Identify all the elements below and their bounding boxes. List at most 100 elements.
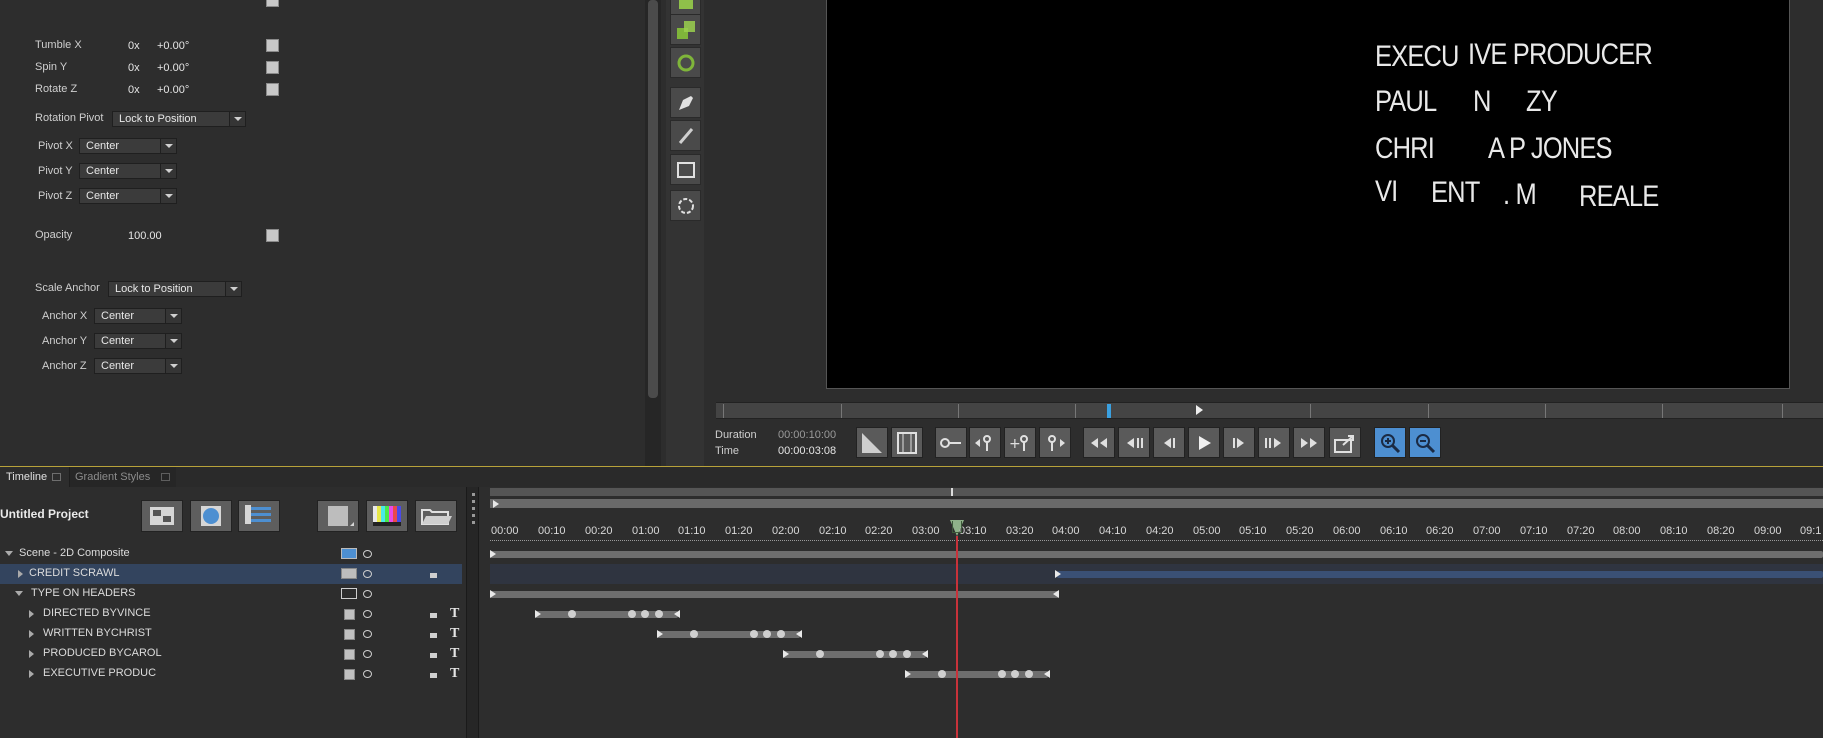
play-button[interactable] (1188, 427, 1220, 458)
expand-icon[interactable] (29, 670, 34, 678)
type-on-headers-clip-bar[interactable] (490, 591, 1059, 598)
timeline-tracks[interactable] (490, 544, 1823, 738)
folder-icon[interactable] (341, 588, 357, 599)
open-folder-button[interactable] (415, 500, 457, 532)
collapse-icon[interactable] (5, 551, 13, 556)
brush-tool-button[interactable] (670, 120, 701, 151)
tumble-x-degrees[interactable]: +0.00° (157, 40, 189, 52)
expand-icon[interactable] (29, 650, 34, 658)
clip-out-handle[interactable] (1053, 590, 1059, 598)
rotate-z-keyframe-checkbox[interactable] (266, 83, 279, 96)
rotate-z-degrees[interactable]: +0.00° (157, 84, 189, 96)
add-track-button[interactable] (238, 500, 280, 532)
safe-area-button[interactable] (856, 427, 888, 458)
layer-row-credit-scrawl[interactable]: CREDIT SCRAWL (0, 564, 462, 584)
add-keyframe-button[interactable]: + (1004, 427, 1036, 458)
time-value[interactable]: 00:00:03:08 (778, 445, 836, 457)
keyframe-marker[interactable] (876, 650, 884, 658)
export-button[interactable] (1329, 427, 1361, 458)
top-keyframe-checkbox[interactable] (266, 0, 279, 7)
tab-gradient-styles[interactable]: Gradient Styles (70, 467, 176, 487)
layer-color-swatch[interactable] (344, 669, 355, 680)
lock-icon[interactable] (430, 653, 437, 658)
layer-color-swatch[interactable] (344, 629, 355, 640)
keyframe-marker[interactable] (777, 630, 785, 638)
visibility-eye-icon[interactable] (363, 670, 372, 678)
clip-in-handle[interactable] (1055, 570, 1061, 578)
pen-tool-button[interactable] (670, 87, 701, 118)
playhead-line[interactable] (956, 536, 958, 738)
visibility-eye-icon[interactable] (363, 590, 372, 598)
shape-button[interactable] (317, 500, 359, 532)
scrub-playhead[interactable] (1107, 404, 1111, 418)
visibility-eye-icon[interactable] (363, 610, 372, 618)
lock-icon[interactable] (430, 613, 437, 618)
expand-icon[interactable] (18, 570, 23, 578)
layer-row-scene[interactable]: Scene - 2D Composite (0, 544, 462, 564)
timeline-range-bar[interactable] (490, 499, 1823, 508)
clip-in-handle[interactable] (535, 610, 541, 618)
duration-value[interactable]: 00:00:10:00 (778, 429, 836, 441)
credit-scrawl-clip-bar[interactable] (1057, 571, 1823, 578)
keyframe-marker[interactable] (816, 650, 824, 658)
anchor-z-dropdown[interactable]: Center (94, 358, 182, 374)
close-icon[interactable] (52, 473, 61, 481)
visibility-eye-icon[interactable] (363, 630, 372, 638)
color-bars-button[interactable] (366, 500, 408, 532)
step-forward-button[interactable] (1223, 427, 1255, 458)
timeline-splitter[interactable] (466, 487, 479, 738)
layer-row-produced-by[interactable]: PRODUCED BYCAROL T (0, 644, 462, 664)
keyframe-marker[interactable] (889, 650, 897, 658)
scene-clip-bar[interactable] (490, 551, 1823, 558)
keyframe-marker[interactable] (641, 610, 649, 618)
go-to-start-button[interactable] (1118, 427, 1150, 458)
keyframe-marker[interactable] (568, 610, 576, 618)
keyframe-marker[interactable] (655, 610, 663, 618)
pivot-y-dropdown[interactable]: Center (79, 163, 177, 179)
scale-anchor-dropdown[interactable]: Lock to Position (108, 281, 242, 297)
clip-in-handle[interactable] (783, 650, 789, 658)
anchor-y-dropdown[interactable]: Center (94, 333, 182, 349)
keyframe-marker[interactable] (690, 630, 698, 638)
visibility-eye-icon[interactable] (363, 550, 372, 558)
keyframe-marker[interactable] (903, 650, 911, 658)
clip-in-handle[interactable] (490, 550, 496, 558)
preview-canvas[interactable]: EXECU IVE PRODUCER PAUL N ZY CHRI A P JO… (826, 0, 1790, 389)
clip-out-handle[interactable] (674, 610, 680, 618)
keyframe-button[interactable] (935, 427, 967, 458)
scale-tool-button[interactable] (670, 14, 701, 45)
spin-y-turns[interactable]: 0x (128, 62, 140, 74)
spin-y-degrees[interactable]: +0.00° (157, 62, 189, 74)
clip-out-handle[interactable] (796, 630, 802, 638)
anchor-x-dropdown[interactable]: Center (94, 308, 182, 324)
timeline-overview-bar[interactable] (490, 488, 1823, 496)
tumble-x-turns[interactable]: 0x (128, 40, 140, 52)
close-icon[interactable] (161, 473, 170, 481)
clip-in-handle[interactable] (657, 630, 663, 638)
zoom-out-button[interactable] (1409, 427, 1441, 458)
scrub-marker[interactable] (1196, 405, 1203, 415)
timeline-ruler[interactable]: 00:00 00:10 00:20 01:00 01:10 01:20 02:0… (490, 515, 1823, 543)
properties-scrollbar-thumb[interactable] (648, 0, 658, 398)
clip-out-handle[interactable] (1044, 670, 1050, 678)
rotation-pivot-dropdown[interactable]: Lock to Position (112, 111, 246, 127)
visibility-eye-icon[interactable] (363, 570, 372, 578)
tab-timeline[interactable]: Timeline (0, 467, 70, 487)
layer-row-directed-by[interactable]: DIRECTED BYVINCE T (0, 604, 462, 624)
keyframe-marker[interactable] (1025, 670, 1033, 678)
expand-icon[interactable] (29, 610, 34, 618)
visibility-eye-icon[interactable] (363, 650, 372, 658)
viewer-scrub-bar[interactable] (716, 402, 1823, 419)
opacity-value[interactable]: 100.00 (128, 230, 162, 242)
clip-in-handle[interactable] (490, 590, 496, 598)
rectangle-tool-button[interactable] (670, 154, 701, 185)
film-strip-button[interactable] (891, 427, 923, 458)
keyframe-marker[interactable] (628, 610, 636, 618)
keyframe-marker[interactable] (1011, 670, 1019, 678)
add-object-button[interactable] (190, 500, 232, 532)
keyframe-marker[interactable] (938, 670, 946, 678)
tumble-x-keyframe-checkbox[interactable] (266, 39, 279, 52)
next-keyframe-button[interactable] (1039, 427, 1071, 458)
rotate-tool-button[interactable] (670, 47, 701, 78)
properties-scrollbar-track[interactable] (645, 0, 661, 466)
